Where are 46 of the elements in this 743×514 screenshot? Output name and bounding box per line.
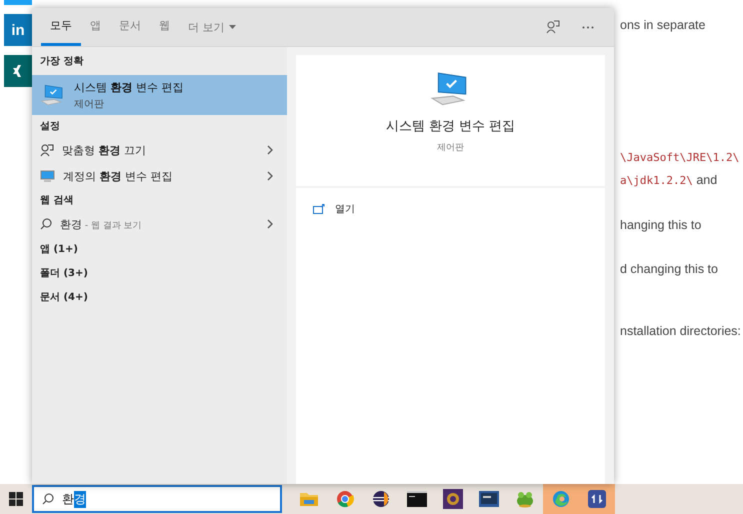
best-match-result[interactable]: 시스템 환경 변수 편집 제어판 xyxy=(32,75,287,115)
caret-icon xyxy=(228,25,236,29)
xing-icon xyxy=(12,64,24,78)
section-heading: 웹 검색 xyxy=(39,194,74,208)
settings-result[interactable]: 계정의 환경 변수 편집 xyxy=(32,163,287,189)
article-text: nstallation directories: xyxy=(620,323,741,340)
edge-icon xyxy=(552,490,570,508)
search-icon xyxy=(40,218,52,230)
monitor-icon xyxy=(40,170,55,182)
eclipse-icon xyxy=(372,490,390,508)
section-heading: 가장 정확 xyxy=(39,55,84,69)
article-code: \JavaSoft\JRE\1.2\ xyxy=(620,150,740,166)
filter-tab[interactable]: 모두 xyxy=(41,8,81,46)
xing-share-button[interactable] xyxy=(4,55,32,87)
open-action[interactable]: 열기 xyxy=(313,202,588,216)
linkedin-share-button[interactable]: in xyxy=(4,14,32,46)
category-heading[interactable]: 앱 (1+) xyxy=(32,237,287,261)
more-dropdown[interactable]: 더 보기 xyxy=(179,8,244,46)
chevron-right-icon xyxy=(267,171,273,181)
open-icon xyxy=(313,204,325,214)
preview-subtitle: 제어판 xyxy=(437,142,464,154)
article-text: d changing this to xyxy=(620,261,718,278)
search-field[interactable]: 환경 xyxy=(32,485,282,513)
gear-icon xyxy=(443,489,463,509)
category-heading[interactable]: 문서 (4+) xyxy=(32,285,287,309)
sync-icon xyxy=(588,490,606,508)
article-text: a\jdk1.2.2\ and xyxy=(620,172,718,189)
article-text: ons in separate xyxy=(620,17,706,34)
frog-icon xyxy=(515,490,535,508)
folder-icon xyxy=(299,491,319,507)
browser-icon xyxy=(336,490,354,508)
chevron-right-icon xyxy=(267,219,273,229)
person-icon xyxy=(40,143,54,157)
settings-result[interactable]: 맞춤형 환경 끄기 xyxy=(32,137,287,163)
chevron-right-icon xyxy=(267,145,273,155)
windows-icon xyxy=(9,492,23,506)
article-text: hanging this to xyxy=(620,217,702,234)
search-icon xyxy=(42,493,54,505)
feedback-icon[interactable] xyxy=(546,20,560,34)
terminal-icon xyxy=(407,491,427,507)
section-heading: 설정 xyxy=(39,120,61,134)
preview-title: 시스템 환경 변수 편집 xyxy=(386,118,516,135)
screen-icon xyxy=(479,491,499,507)
more-options-icon[interactable] xyxy=(582,26,594,28)
web-search-result[interactable]: 환경 - 웹 결과 보기 xyxy=(32,211,287,237)
category-heading[interactable]: 폴더 (3+) xyxy=(32,261,287,285)
